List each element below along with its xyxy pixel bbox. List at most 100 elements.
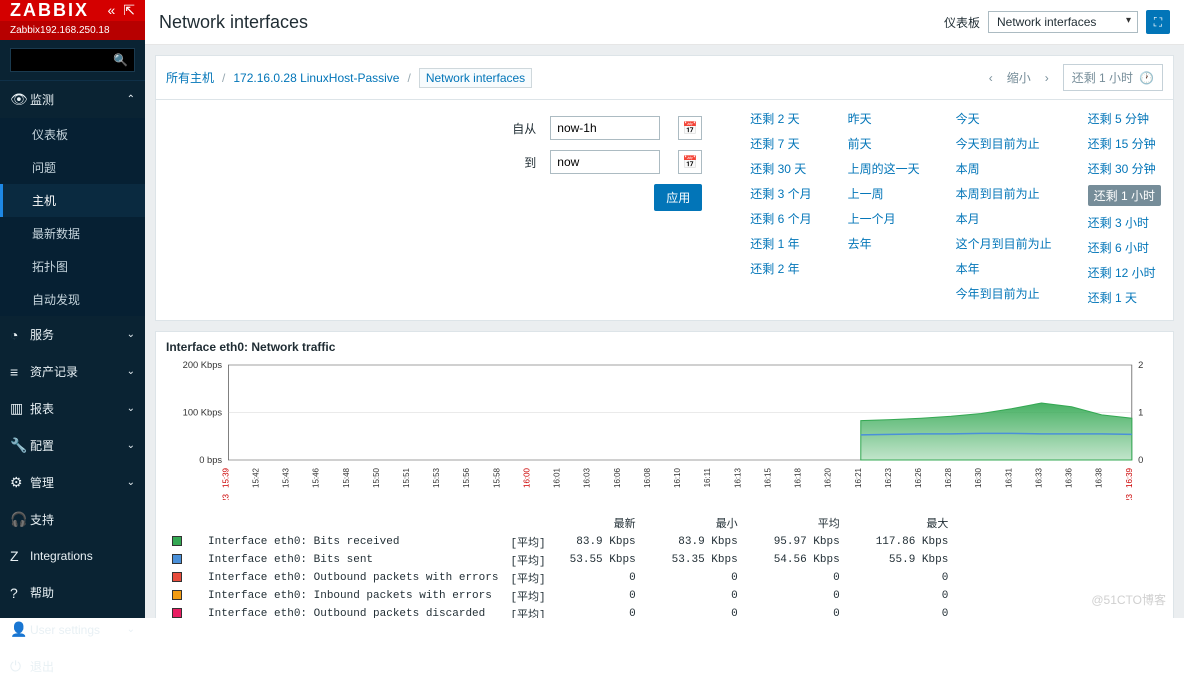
chart-legend: 最新最小平均最大Interface eth0: Bits received[平均… bbox=[166, 513, 1163, 618]
svg-text:16:28: 16:28 bbox=[944, 468, 953, 488]
breadcrumb: 所有主机 / 172.16.0.28 LinuxHost-Passive / N… bbox=[156, 56, 1173, 100]
sidebar-item-5[interactable]: 自动发现 bbox=[0, 283, 145, 316]
from-calendar-icon[interactable]: 📅 bbox=[678, 116, 702, 140]
help-icon: ? bbox=[10, 585, 30, 601]
preset-link[interactable]: 去年 bbox=[848, 235, 920, 252]
wrench-icon: 🔧 bbox=[10, 437, 30, 454]
z-icon: Z bbox=[10, 548, 30, 564]
preset-link[interactable]: 还剩 2 年 bbox=[750, 260, 811, 277]
collapse-icon[interactable]: « bbox=[107, 2, 115, 19]
nav-inventory[interactable]: ≡资产记录⌄ bbox=[0, 353, 145, 390]
to-calendar-icon[interactable]: 📅 bbox=[678, 150, 702, 174]
sidebar-header: ZABBIX « ⇱ bbox=[0, 0, 145, 21]
preset-link[interactable]: 还剩 3 个月 bbox=[750, 185, 811, 202]
legend-row: Interface eth0: Bits sent[平均]53.55 Kbps5… bbox=[166, 551, 966, 569]
preset-link[interactable]: 上一周 bbox=[848, 185, 920, 202]
list-icon: ≡ bbox=[10, 364, 30, 380]
preset-link[interactable]: 还剩 1 年 bbox=[750, 235, 811, 252]
nav-monitor[interactable]: 👁 监测 ⌃ bbox=[0, 81, 145, 118]
svg-text:15:56: 15:56 bbox=[462, 468, 471, 488]
time-zoomout[interactable]: 缩小 bbox=[1007, 69, 1031, 86]
sidebar-item-0[interactable]: 仪表板 bbox=[0, 118, 145, 151]
user-icon: 👤 bbox=[10, 621, 30, 638]
svg-text:16:18: 16:18 bbox=[793, 468, 802, 488]
time-next[interactable]: › bbox=[1045, 71, 1049, 85]
preset-link[interactable]: 还剩 1 小时 bbox=[1088, 185, 1161, 206]
nav-service[interactable]: ◔服务⌄ bbox=[0, 316, 145, 353]
preset-link[interactable]: 今天 bbox=[956, 110, 1052, 127]
preset-link[interactable]: 还剩 5 分钟 bbox=[1088, 110, 1161, 127]
svg-text:16:15: 16:15 bbox=[763, 468, 772, 488]
to-label: 到 bbox=[506, 146, 542, 178]
nav-admin[interactable]: ⚙管理⌄ bbox=[0, 464, 145, 501]
legend-row: Interface eth0: Outbound packets discard… bbox=[166, 605, 966, 618]
svg-text:0: 0 bbox=[1138, 455, 1143, 465]
time-prev[interactable]: ‹ bbox=[989, 71, 993, 85]
crumb-host[interactable]: 172.16.0.28 LinuxHost-Passive bbox=[233, 71, 399, 85]
preset-link[interactable]: 还剩 15 分钟 bbox=[1088, 135, 1161, 152]
svg-text:16:20: 16:20 bbox=[824, 468, 833, 488]
svg-text:16:13: 16:13 bbox=[733, 468, 742, 488]
apply-button[interactable]: 应用 bbox=[654, 184, 702, 211]
chevron-down-icon: ⌄ bbox=[127, 477, 135, 488]
time-remaining[interactable]: 还剩 1 小时🕐 bbox=[1063, 64, 1163, 91]
svg-text:16:31: 16:31 bbox=[1004, 468, 1013, 488]
preset-link[interactable]: 还剩 30 分钟 bbox=[1088, 160, 1161, 177]
search-icon: 🔍 bbox=[113, 53, 128, 67]
sidebar-item-4[interactable]: 拓扑图 bbox=[0, 250, 145, 283]
svg-text:16:03: 16:03 bbox=[583, 468, 592, 488]
preset-link[interactable]: 昨天 bbox=[848, 110, 920, 127]
svg-text:16:23: 16:23 bbox=[884, 468, 893, 488]
svg-text:15:50: 15:50 bbox=[372, 468, 381, 488]
preset-link[interactable]: 上一个月 bbox=[848, 210, 920, 227]
nav-help[interactable]: ?帮助 bbox=[0, 574, 145, 611]
power-icon: ⏻ bbox=[10, 658, 30, 675]
nav-usersettings[interactable]: 👤User settings⌄ bbox=[0, 611, 145, 648]
dashboard-select[interactable]: Network interfaces bbox=[988, 11, 1138, 33]
preset-link[interactable]: 本周到目前为止 bbox=[956, 185, 1052, 202]
svg-text:16:30: 16:30 bbox=[974, 468, 983, 488]
chevron-down-icon: ⌄ bbox=[127, 403, 135, 414]
preset-link[interactable]: 本年 bbox=[956, 260, 1052, 277]
nav-integrations[interactable]: ZIntegrations bbox=[0, 538, 145, 574]
clock-icon: 🕐 bbox=[1139, 71, 1154, 85]
preset-link[interactable]: 还剩 12 小时 bbox=[1088, 264, 1161, 281]
chevron-down-icon: ⌄ bbox=[127, 440, 135, 451]
preset-link[interactable]: 还剩 3 小时 bbox=[1088, 214, 1161, 231]
preset-link[interactable]: 本月 bbox=[956, 210, 1052, 227]
titlebar: Network interfaces 仪表板 Network interface… bbox=[145, 0, 1184, 45]
from-input[interactable] bbox=[550, 116, 660, 140]
sidebar-item-3[interactable]: 最新数据 bbox=[0, 217, 145, 250]
popout-icon[interactable]: ⇱ bbox=[123, 2, 135, 19]
preset-link[interactable]: 这个月到目前为止 bbox=[956, 235, 1052, 252]
preset-link[interactable]: 还剩 1 天 bbox=[1088, 289, 1161, 306]
fullscreen-button[interactable]: ⛶ bbox=[1146, 10, 1170, 34]
preset-link[interactable]: 本周 bbox=[956, 160, 1052, 177]
nav-support[interactable]: 🎧支持 bbox=[0, 501, 145, 538]
preset-link[interactable]: 还剩 2 天 bbox=[750, 110, 811, 127]
preset-link[interactable]: 还剩 30 天 bbox=[750, 160, 811, 177]
preset-link[interactable]: 今天到目前为止 bbox=[956, 135, 1052, 152]
nav-config[interactable]: 🔧配置⌄ bbox=[0, 427, 145, 464]
svg-text:1: 1 bbox=[1138, 408, 1143, 418]
svg-text:16:08: 16:08 bbox=[643, 468, 652, 488]
crumb-all-hosts[interactable]: 所有主机 bbox=[166, 69, 214, 86]
nav-logout[interactable]: ⏻退出 bbox=[0, 648, 145, 685]
preset-link[interactable]: 上周的这一天 bbox=[848, 160, 920, 177]
preset-link[interactable]: 前天 bbox=[848, 135, 920, 152]
preset-link[interactable]: 今年到目前为止 bbox=[956, 285, 1052, 302]
watermark: @51CTO博客 bbox=[1091, 591, 1166, 608]
preset-link[interactable]: 还剩 6 个月 bbox=[750, 210, 811, 227]
sidebar-item-2[interactable]: 主机 bbox=[0, 184, 145, 217]
nav-reports[interactable]: ▥报表⌄ bbox=[0, 390, 145, 427]
svg-text:15:51: 15:51 bbox=[402, 468, 411, 488]
sidebar-item-1[interactable]: 问题 bbox=[0, 151, 145, 184]
to-input[interactable] bbox=[550, 150, 660, 174]
chart: 0 bps100 Kbps200 Kbps01215:3915:4215:431… bbox=[166, 360, 1163, 500]
preset-link[interactable]: 还剩 6 小时 bbox=[1088, 239, 1161, 256]
svg-text:05-23: 05-23 bbox=[221, 494, 230, 500]
search-input[interactable]: 🔍 bbox=[10, 48, 135, 72]
svg-text:15:43: 15:43 bbox=[281, 468, 290, 488]
preset-link[interactable]: 还剩 7 天 bbox=[750, 135, 811, 152]
svg-text:16:10: 16:10 bbox=[673, 468, 682, 488]
